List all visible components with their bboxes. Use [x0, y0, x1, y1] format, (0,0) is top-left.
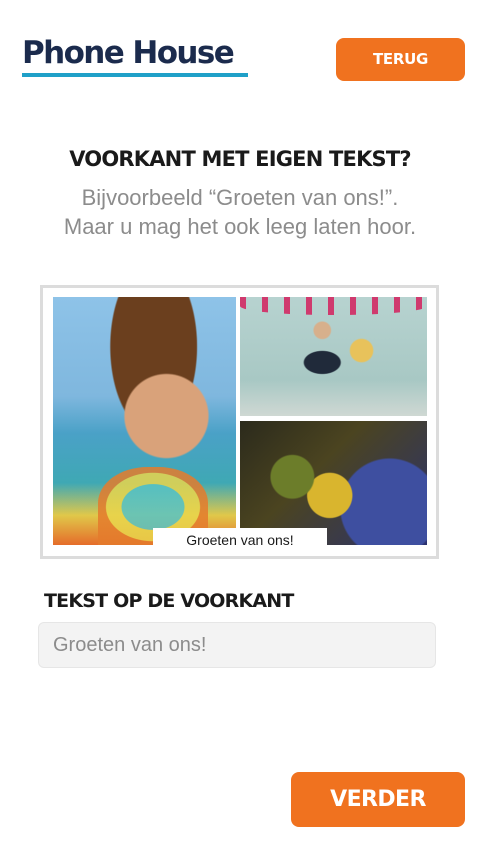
question-title: VOORKANT MET EIGEN TEKST? [69, 147, 411, 171]
question-hint: Bijvoorbeeld “Groeten van ons!”. Maar u … [0, 183, 480, 241]
next-button[interactable]: VERDER [291, 772, 465, 827]
card-photo-insect [240, 421, 427, 545]
front-text-input[interactable] [38, 622, 436, 668]
card-photo-child [53, 297, 236, 545]
question-hint-line-1: Bijvoorbeeld “Groeten van ons!”. [81, 185, 399, 210]
logo-underline [22, 73, 248, 77]
question-hint-line-2: Maar u mag het ook leeg laten hoor. [63, 214, 417, 239]
front-text-label: TEKST OP DE VOORKANT [44, 590, 294, 612]
card-preview: Groeten van ons! [40, 285, 439, 559]
logo-text: Phone House [22, 35, 235, 71]
card-caption: Groeten van ons! [153, 528, 327, 552]
back-button[interactable]: TERUG [336, 38, 465, 81]
card-photo-party [240, 297, 427, 416]
phone-house-logo: Phone House [22, 36, 248, 77]
